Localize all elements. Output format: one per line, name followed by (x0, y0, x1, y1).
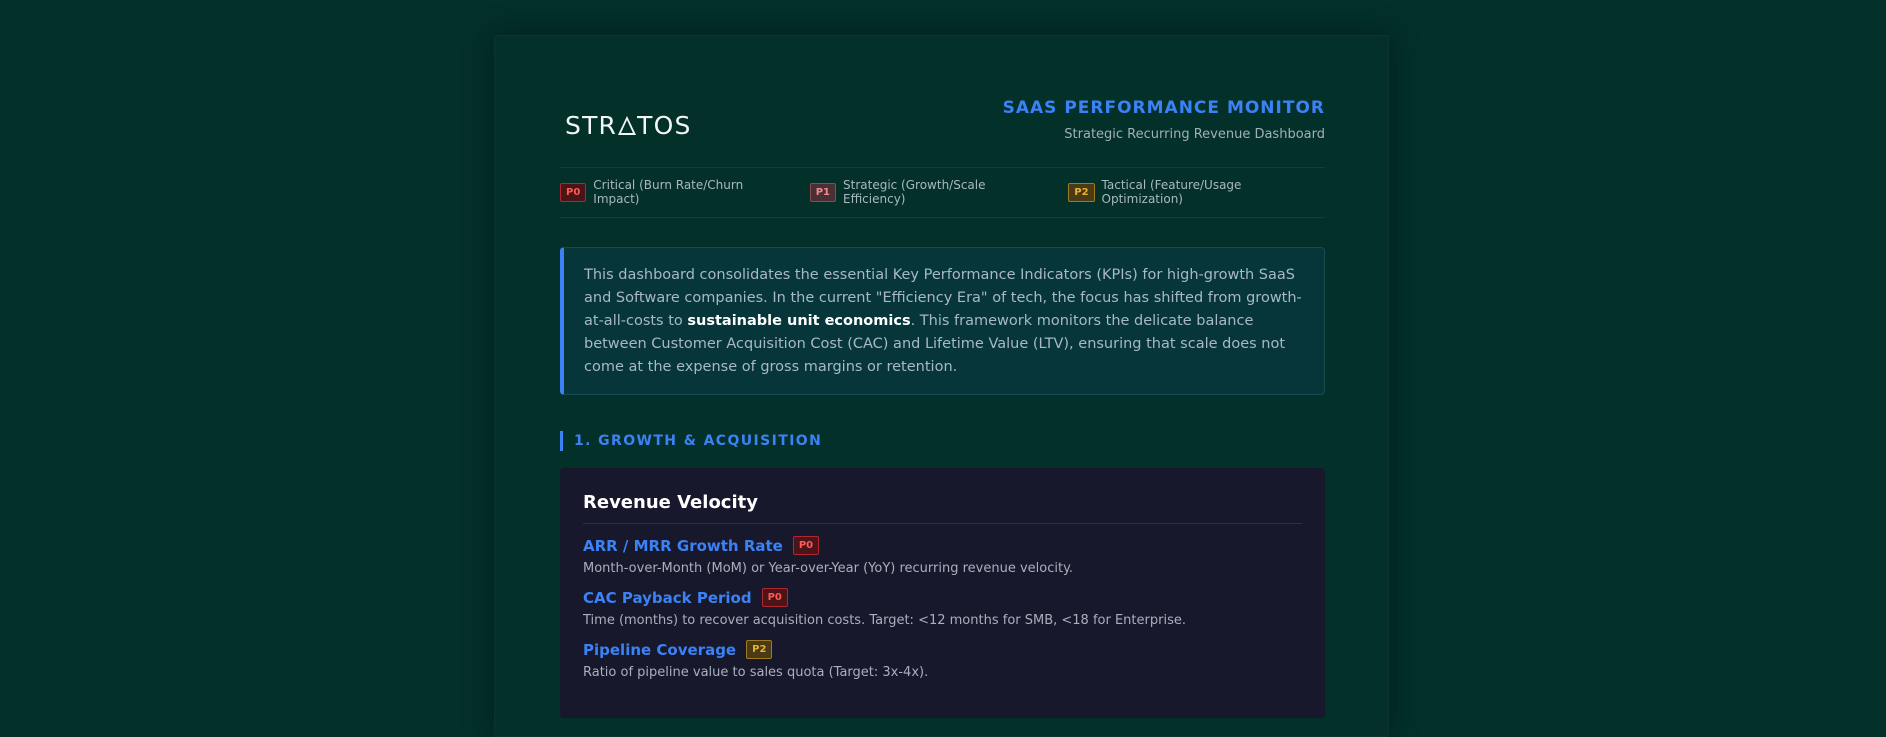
stratos-logo: STR TOS (565, 111, 692, 140)
metric-description: Month-over-Month (MoM) or Year-over-Year… (583, 561, 1074, 576)
metric-pipeline-coverage: Pipeline Coverage P2 Ratio of pipeline v… (583, 640, 1302, 680)
priority-badge-p2: P2 (1068, 182, 1095, 202)
metric-cac-payback: CAC Payback Period P0 Time (months) to r… (583, 588, 1302, 628)
priority-badge-p0: P0 (792, 536, 820, 555)
legend-divider (560, 217, 1325, 218)
metric-arr-growth: ARR / MRR Growth Rate P0 Month-over-Mont… (583, 536, 1302, 576)
metric-description: Time (months) to recover acquisition cos… (583, 613, 1186, 628)
title-block: SAAS PERFORMANCE MONITOR Strategic Recur… (1003, 98, 1325, 142)
logo-triangle-icon (618, 116, 637, 135)
header-divider (560, 167, 1325, 168)
priority-badge-p0: P0 (761, 588, 788, 607)
dashboard-header: STR TOS SAAS PERFORMANCE MONITOR Strategi… (560, 98, 1325, 188)
legend-label: Tactical (Feature/Usage Optimization) (1101, 178, 1242, 206)
metric-description: Ratio of pipeline value to sales quota (… (583, 665, 929, 680)
priority-badge-p0: P0 (560, 182, 587, 202)
legend-item-p2: P2 Tactical (Feature/Usage Optimization) (1068, 178, 1325, 206)
page-title: SAAS PERFORMANCE MONITOR (1002, 98, 1325, 118)
metric-name[interactable]: Pipeline Coverage (583, 641, 736, 659)
intro-callout: This dashboard consolidates the essentia… (560, 247, 1325, 395)
priority-badge-p2: P2 (746, 640, 773, 659)
section-title-growth: 1. GROWTH & ACQUISITION (560, 431, 1339, 451)
legend-label: Critical (Burn Rate/Churn Impact) (593, 178, 744, 206)
intro-emphasis: sustainable unit economics (687, 313, 911, 329)
page-subtitle: Strategic Recurring Revenue Dashboard (1064, 127, 1325, 142)
card-title: Revenue Velocity (583, 492, 1302, 524)
priority-badge-p1: P1 (809, 182, 836, 202)
priority-legend: P0 Critical (Burn Rate/Churn Impact) P1 … (560, 178, 1325, 206)
metric-name[interactable]: ARR / MRR Growth Rate (583, 537, 783, 555)
metric-name[interactable]: CAC Payback Period (583, 589, 752, 607)
legend-item-p0: P0 Critical (Burn Rate/Churn Impact) (560, 178, 792, 206)
legend-label: Strategic (Growth/Scale Efficiency) (843, 178, 986, 206)
card-revenue-velocity: Revenue Velocity ARR / MRR Growth Rate P… (560, 468, 1325, 718)
dashboard-document: STR TOS SAAS PERFORMANCE MONITOR Strategi… (494, 35, 1389, 737)
legend-item-p1: P1 Strategic (Growth/Scale Efficiency) (809, 178, 1051, 206)
